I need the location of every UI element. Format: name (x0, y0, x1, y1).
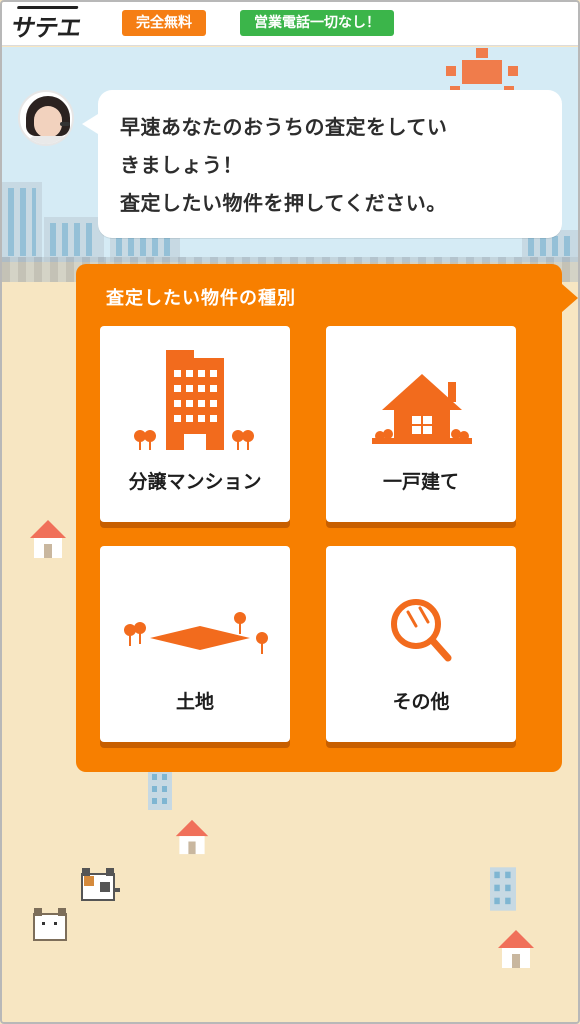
pixel-cat-icon (33, 908, 67, 941)
apartment-icon (134, 350, 254, 450)
no-sales-call-badge: 営業電話一切なし！ (240, 10, 394, 36)
speech-bubble: 早速あなたのおうちの査定をしてい きましょう！ 査定したい物件を押してください。 (82, 90, 562, 238)
pixel-house-icon (30, 520, 66, 558)
option-other-button[interactable]: その他 (326, 546, 516, 742)
app-frame: サテエ 完全無料 営業電話一切なし！ 早速あなたのおうちの査定をしてい きましょ… (0, 0, 580, 1024)
free-badge: 完全無料 (122, 10, 206, 36)
pixel-house-icon (175, 819, 209, 855)
panel-pointer (562, 284, 578, 312)
option-house-label: 一戸建て (382, 471, 459, 493)
operator-avatar (18, 90, 74, 146)
option-house-button[interactable]: 一戸建て (326, 326, 516, 522)
app-header: サテエ 完全無料 営業電話一切なし！ (2, 2, 578, 46)
bubble-line: きましょう！ (120, 153, 243, 177)
pixel-building (44, 217, 104, 262)
pixel-cat-icon (81, 868, 120, 901)
house-icon (372, 374, 472, 444)
pixel-building-icon (490, 867, 516, 911)
pixel-building-icon (148, 770, 172, 810)
option-apartment-button[interactable]: 分譲マンション (100, 326, 290, 522)
bubble-line: 早速あなたのおうちの査定をしてい (120, 115, 448, 139)
pixel-house-icon (498, 930, 534, 968)
headset-icon (60, 122, 70, 126)
magnifier-icon (391, 599, 452, 662)
option-other-label: その他 (392, 691, 450, 713)
site-logo[interactable]: サテエ (9, 8, 84, 43)
option-land-label: 土地 (175, 691, 214, 713)
pixel-building (2, 182, 42, 262)
land-icon (124, 612, 268, 654)
option-land-button[interactable]: 土地 (100, 546, 290, 742)
bubble-line: 査定したい物件を押してください。 (120, 191, 447, 215)
panel-title: 査定したい物件の種別 (106, 288, 296, 309)
option-apartment-label: 分譲マンション (128, 471, 262, 493)
property-type-panel: 査定したい物件の種別 分譲マンション 一戸建て 土地 その他 (76, 264, 562, 772)
